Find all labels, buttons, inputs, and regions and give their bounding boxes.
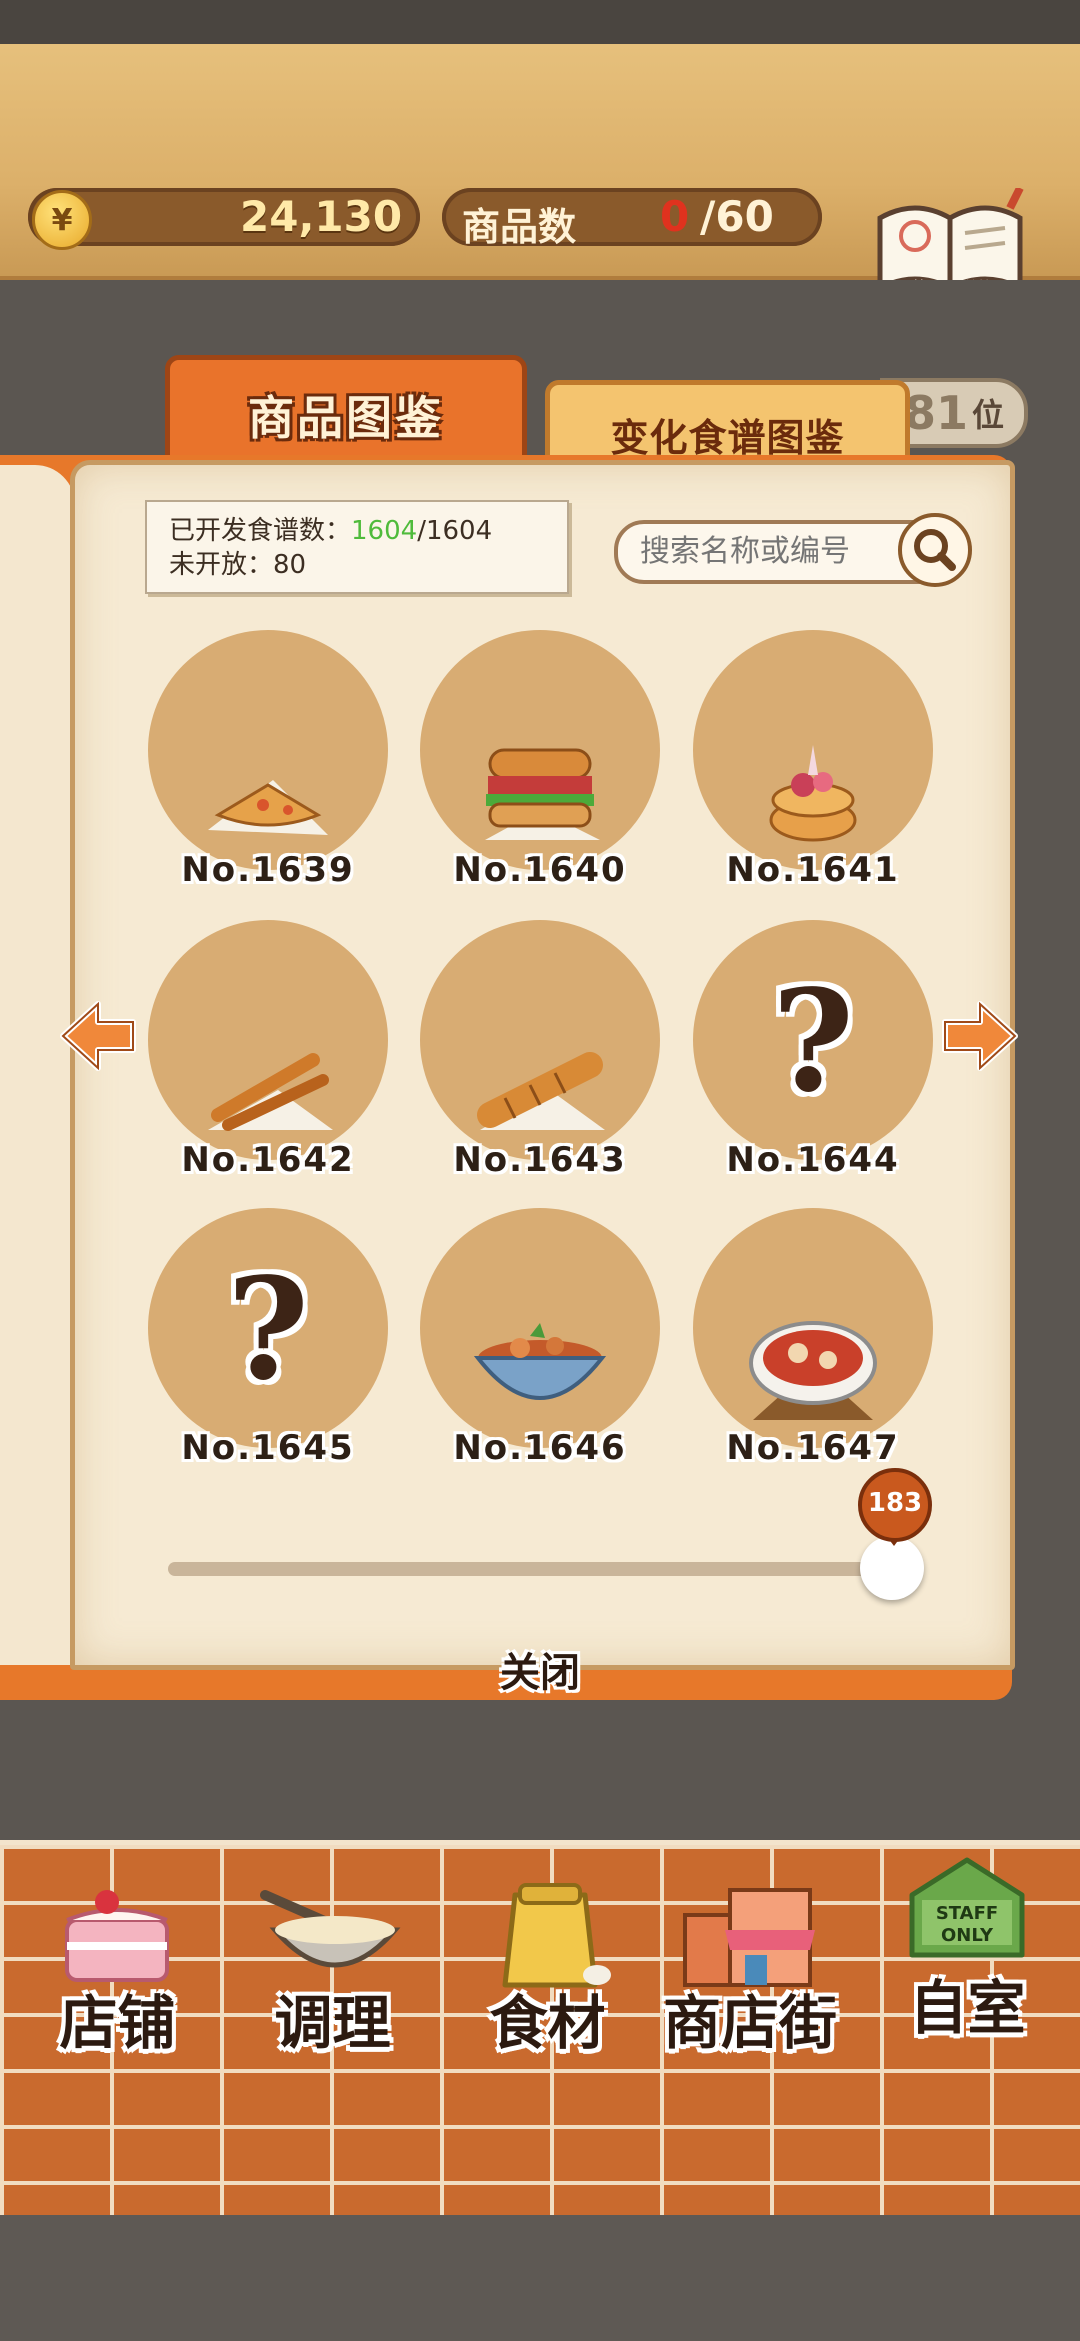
nav-shopping-street[interactable]: 商店街: [640, 1870, 860, 2060]
prev-page-button[interactable]: [58, 996, 138, 1076]
item-number: No.1646: [453, 1428, 627, 1468]
sandwich-icon: [485, 748, 600, 840]
coin-icon: ¥: [32, 190, 92, 250]
item-number: No.1642: [181, 1140, 355, 1180]
tart-icon: [769, 745, 857, 842]
question-mark-icon: ?: [771, 960, 855, 1124]
recipe-item[interactable]: No.1642: [148, 920, 388, 1180]
rank-value: 81: [904, 386, 969, 440]
arrow-right-icon: [942, 1001, 1018, 1071]
recipe-item-locked[interactable]: ? No.1645: [148, 1208, 388, 1468]
search-icon: [914, 529, 956, 571]
recipe-item[interactable]: No.1639: [148, 630, 388, 890]
item-number: No.1643: [453, 1140, 627, 1180]
nav-cooking[interactable]: 调理: [245, 1870, 420, 2060]
item-number: No.1644: [726, 1140, 900, 1180]
floor-strip: [0, 2215, 1080, 2341]
cake-icon: [65, 1890, 169, 1982]
item-number: No.1647: [726, 1428, 900, 1468]
product-count-label: 商品数: [462, 205, 577, 249]
page-slider-track[interactable]: [168, 1562, 908, 1576]
nav-cooking-label: 调理: [274, 1989, 391, 2057]
item-number: No.1645: [181, 1428, 355, 1468]
item-number: No.1641: [726, 850, 900, 890]
nav-shop-label: 店铺: [59, 1989, 176, 2057]
unopened-count: 80: [273, 550, 307, 580]
recipe-stats-box: 已开发食谱数：1604/1604 未开放：80: [145, 500, 569, 594]
developed-label: 已开发食谱数：: [169, 516, 352, 546]
question-mark-icon: ?: [226, 1248, 310, 1412]
noodle-bowl-icon: [473, 1323, 607, 1400]
twist-bread-icon: [477, 1052, 605, 1130]
recipe-item[interactable]: No.1647: [693, 1208, 933, 1468]
tab-product-catalog-label: 商品图鉴: [248, 391, 444, 445]
mixing-bowl-icon: [260, 1890, 401, 1968]
search-input[interactable]: [638, 530, 902, 572]
stew-pot-icon: [749, 1321, 877, 1420]
gold-amount: 24,130: [240, 192, 403, 241]
rank-unit: 位: [972, 396, 1005, 434]
developed-count: 1604: [351, 516, 418, 546]
recipe-item-locked[interactable]: ? No.1644: [693, 920, 933, 1180]
staff-only-sign: STAFF ONLY: [935, 1903, 999, 1946]
recipe-item[interactable]: No.1646: [420, 1208, 660, 1468]
status-bar: [0, 0, 1080, 44]
nav-my-room-label: 自室: [909, 1974, 1026, 2042]
developed-total: /1604: [417, 516, 493, 546]
nav-ingredients-label: 食材: [489, 1989, 606, 2057]
arrow-left-icon: [60, 1001, 136, 1071]
product-count-total: /60: [700, 192, 774, 241]
recipe-item[interactable]: No.1640: [420, 630, 660, 890]
close-button[interactable]: 关闭: [440, 1640, 640, 1698]
unopened-label: 未开放：: [169, 550, 274, 580]
nav-ingredients[interactable]: 食材: [460, 1870, 635, 2060]
breadsticks-icon: [208, 1053, 333, 1131]
tab-variation-recipes-label: 变化食谱图鉴: [610, 416, 845, 460]
calzone-icon: [208, 780, 328, 835]
nav-shopping-street-label: 商店街: [662, 1989, 837, 2057]
page-slider-value: 183: [858, 1468, 932, 1542]
search-button[interactable]: [898, 513, 972, 587]
recipe-item[interactable]: No.1643: [420, 920, 660, 1180]
nav-my-room[interactable]: STAFF ONLY 自室: [880, 1855, 1055, 2045]
item-number: No.1640: [453, 850, 627, 890]
product-count-current: 0: [660, 192, 690, 241]
nav-shop[interactable]: 店铺: [30, 1870, 205, 2060]
recipe-item[interactable]: No.1641: [693, 630, 933, 890]
next-page-button[interactable]: [940, 996, 1020, 1076]
item-number: No.1639: [181, 850, 355, 890]
